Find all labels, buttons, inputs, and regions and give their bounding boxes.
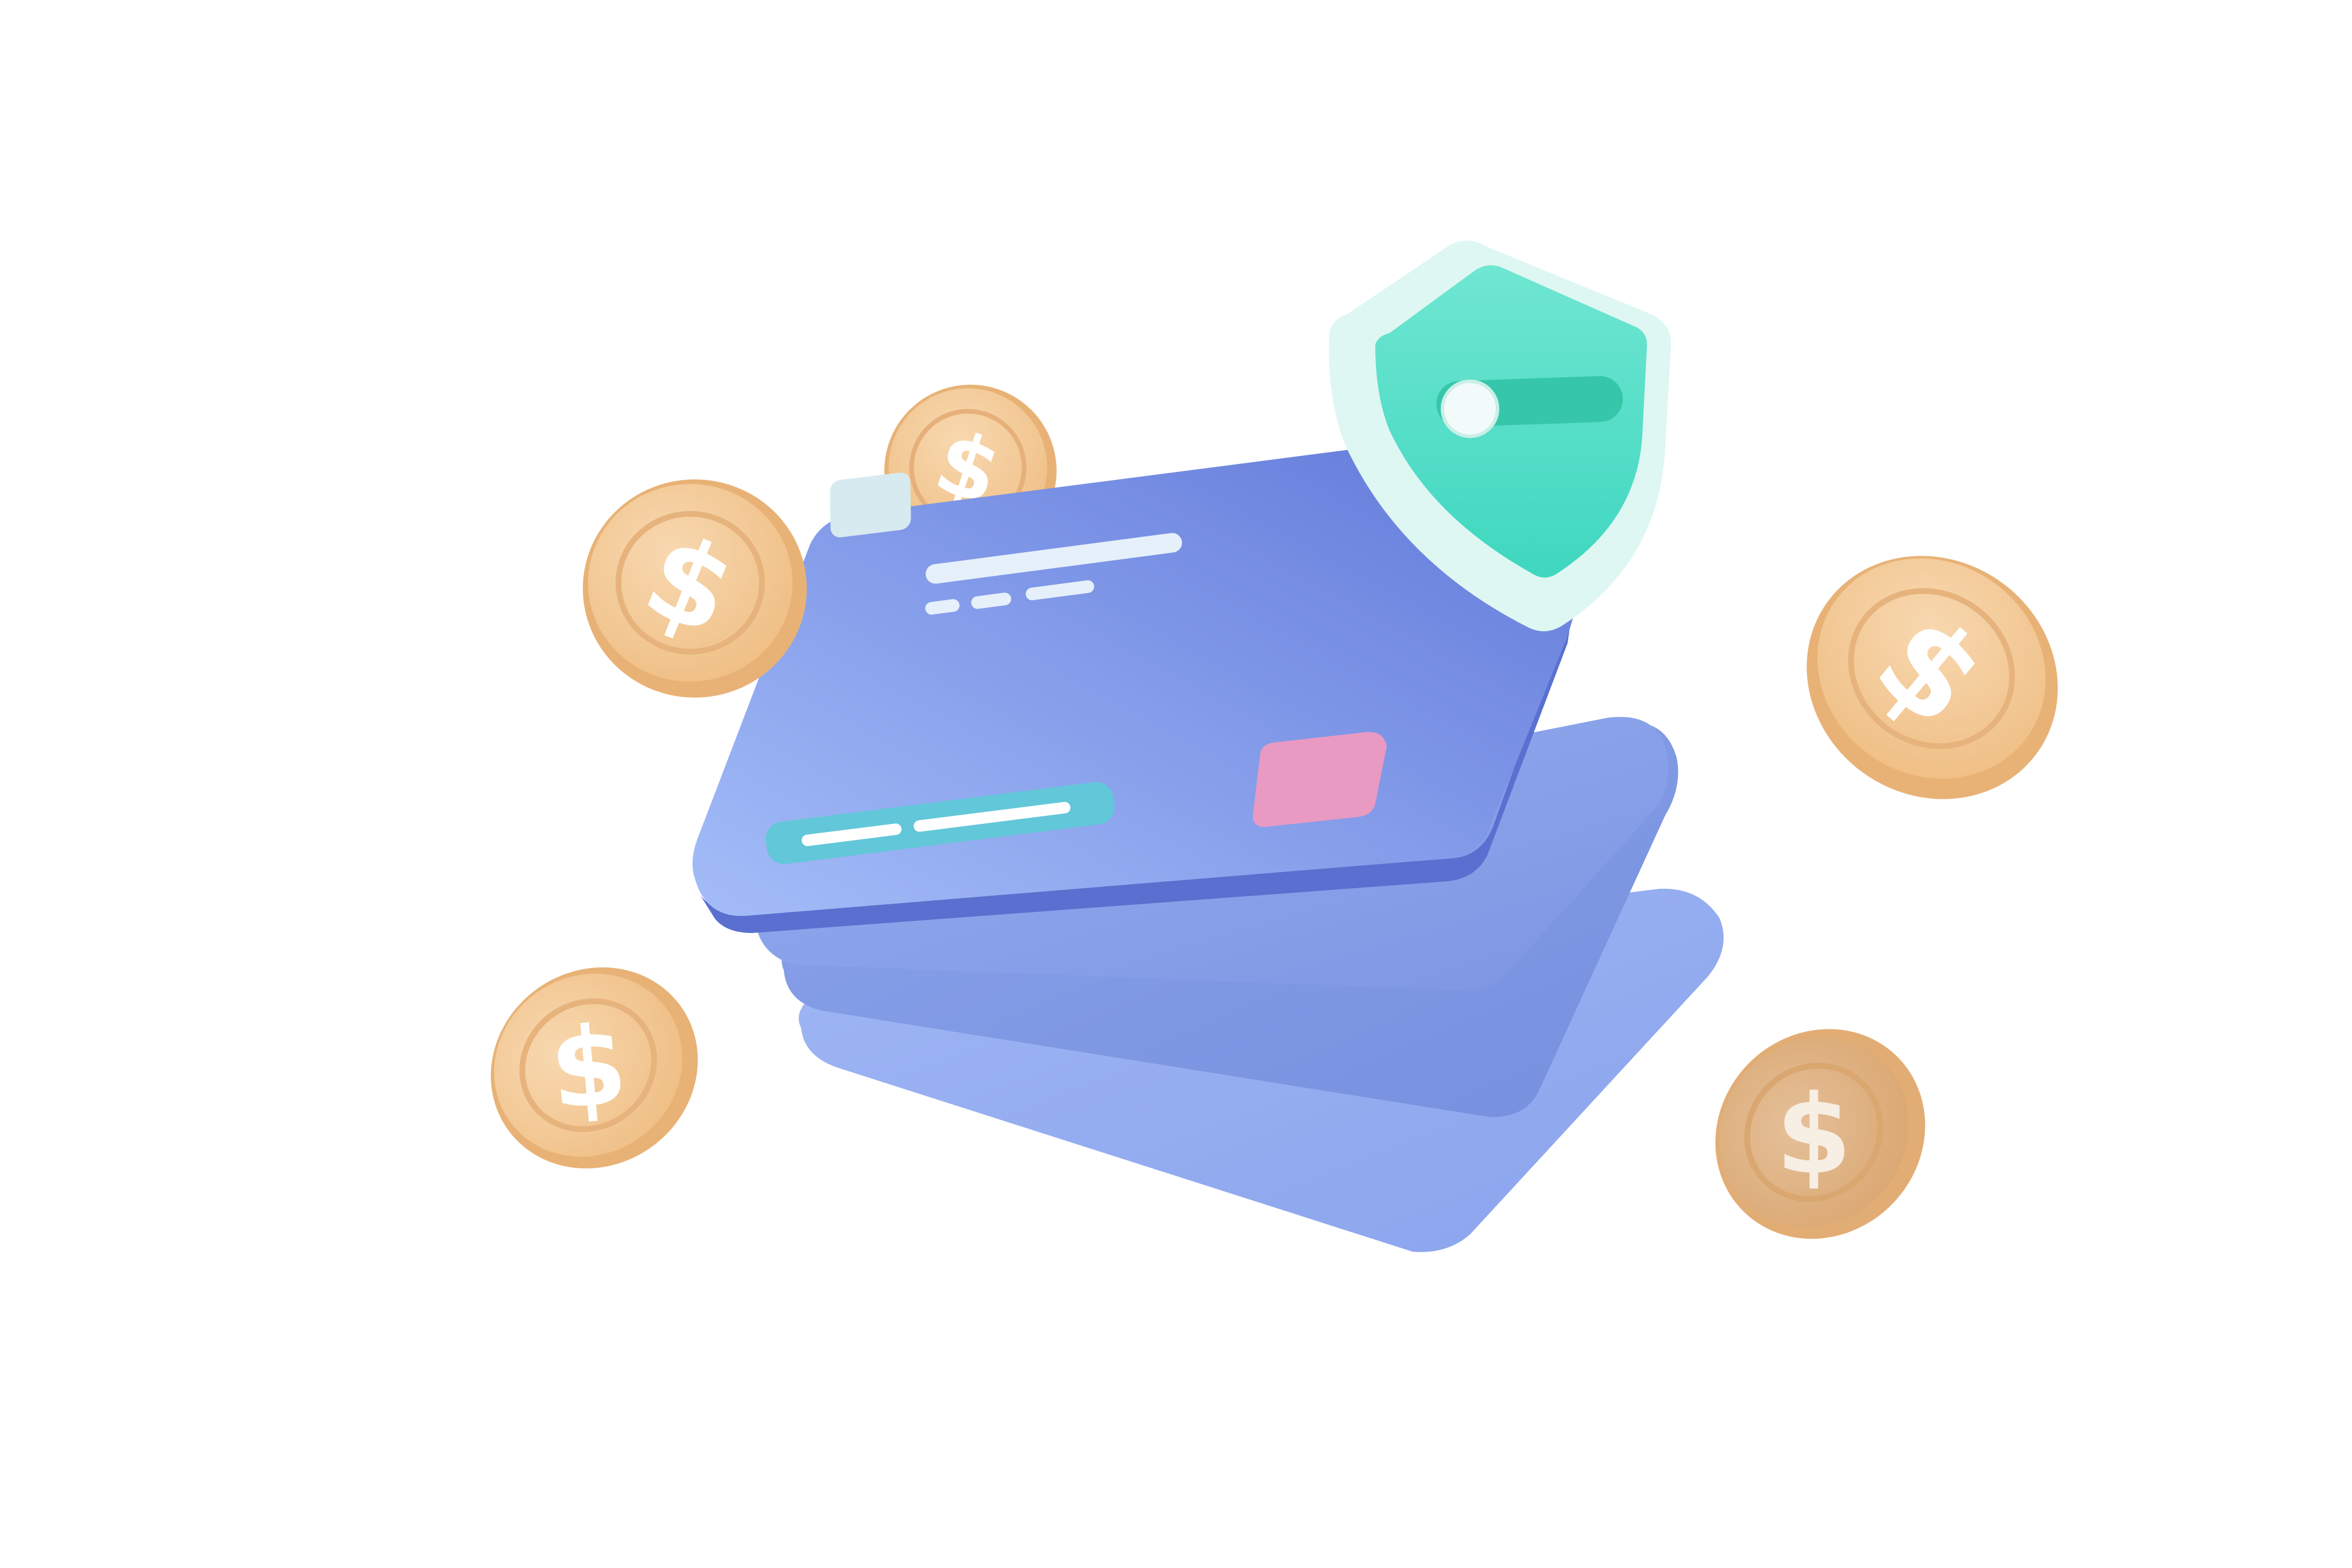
secure-payment-illustration: $ $ $ $ $ (490, 241, 2058, 1252)
toggle-knob (1441, 380, 1499, 438)
coin-right-upper: $ (1806, 556, 2058, 799)
dollar-icon: $ (1776, 1071, 1852, 1198)
dollar-icon: $ (545, 1001, 632, 1135)
coin-bottom-left: $ (490, 967, 698, 1169)
card-logo-block (830, 473, 911, 537)
card-chip (1252, 731, 1387, 827)
coin-top-left: $ (583, 479, 807, 698)
coin-bottom-right: $ (1715, 1029, 1925, 1239)
